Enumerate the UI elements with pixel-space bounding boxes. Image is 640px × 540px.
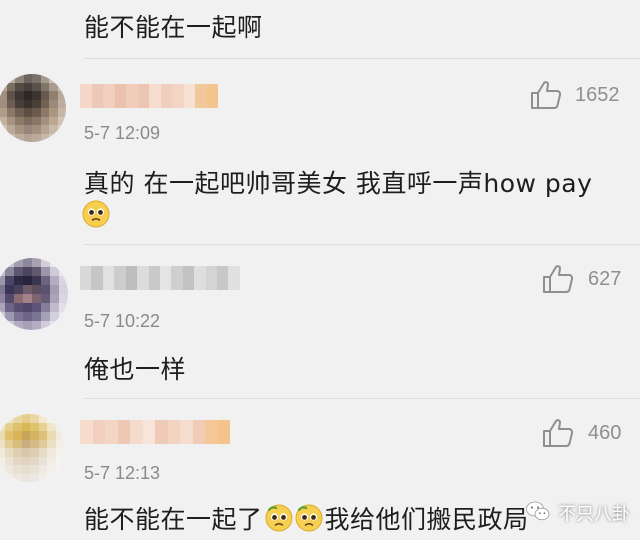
watermark: 不只八卦 — [526, 500, 630, 526]
thumbs-up-icon — [543, 265, 574, 293]
like-count: 1652 — [575, 84, 620, 106]
comment-item: 627 5-7 10:22 俺也一样 — [0, 256, 640, 396]
like-button[interactable] — [542, 264, 574, 294]
comment-item: 1652 5-7 12:09 真的 在一起吧帅哥美女 我直呼一声how pay — [0, 72, 640, 250]
comment-timestamp: 5-7 12:09 — [84, 123, 161, 143]
comment-text-part: 能不能在一起了 — [84, 505, 263, 534]
like-button[interactable] — [530, 80, 562, 110]
divider — [84, 398, 640, 399]
watermark-text: 不只八卦 — [558, 504, 630, 525]
username-blurred[interactable] — [80, 84, 218, 108]
avatar[interactable] — [0, 414, 64, 482]
thumbs-up-icon — [531, 81, 562, 109]
pleading-face-emoji — [295, 504, 323, 532]
username-blurred[interactable] — [80, 420, 230, 444]
pleading-face-emoji — [82, 200, 110, 228]
like-button[interactable] — [542, 418, 574, 448]
comment-text-top: 能不能在一起啊 — [84, 13, 263, 42]
divider — [84, 244, 640, 245]
avatar[interactable] — [0, 74, 66, 142]
pleading-face-emoji — [265, 504, 293, 532]
like-count: 460 — [588, 422, 622, 444]
comment-timestamp: 5-7 10:22 — [84, 311, 161, 331]
thumbs-up-icon — [543, 419, 574, 447]
comment-text: 俺也一样 — [84, 355, 187, 384]
comment-text-part: 我给他们搬民政局 — [324, 505, 529, 534]
wechat-icon — [526, 500, 550, 526]
like-count: 627 — [588, 268, 622, 290]
divider — [84, 58, 640, 59]
comment-timestamp: 5-7 12:13 — [84, 463, 161, 483]
comment-text: 能不能在一起了 我给他们搬民政局 — [84, 500, 529, 536]
avatar[interactable] — [0, 258, 68, 330]
comment-text: 真的 在一起吧帅哥美女 我直呼一声how pay — [84, 169, 593, 198]
username-blurred[interactable] — [80, 266, 240, 290]
